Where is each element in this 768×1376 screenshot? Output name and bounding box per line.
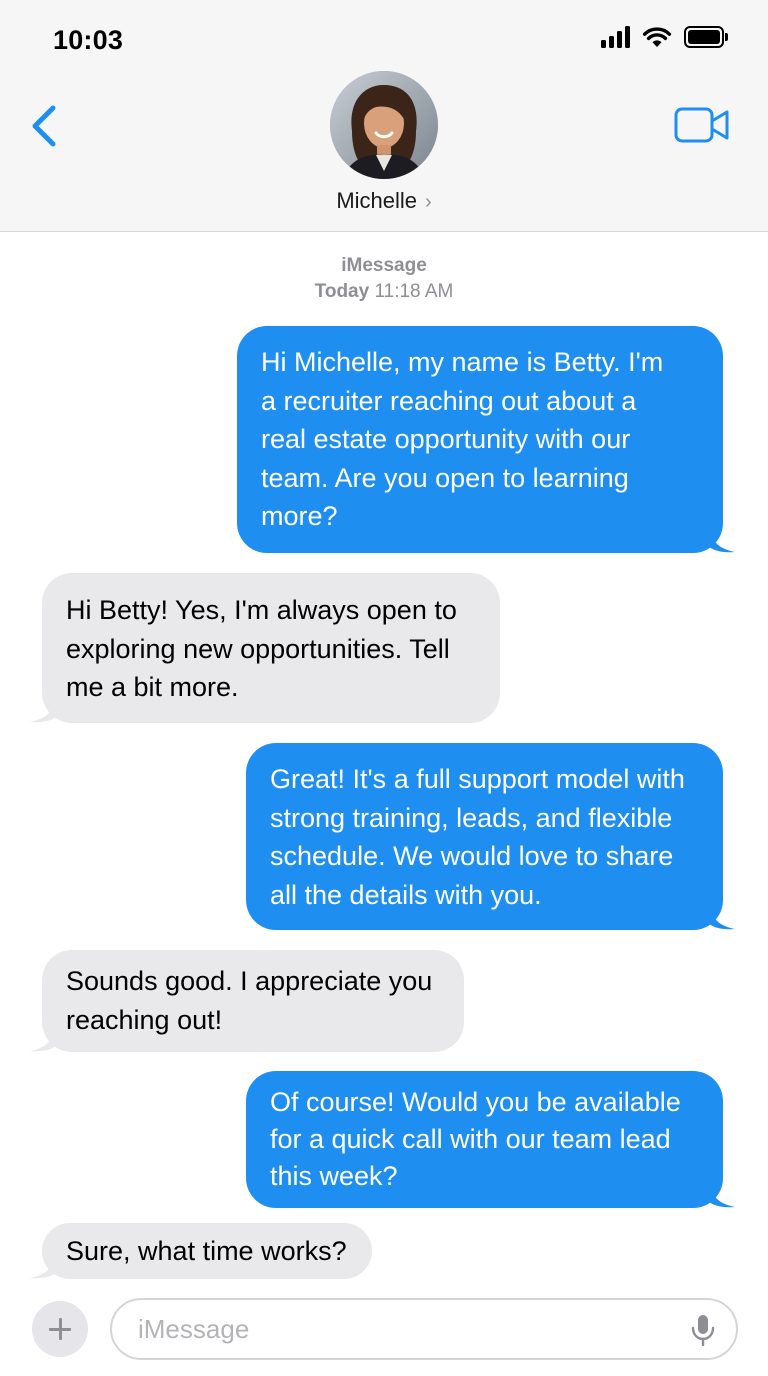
message-input[interactable] [138,1300,658,1358]
message-bubble-incoming[interactable]: Hi Betty! Yes, I'm always open to explor… [30,573,500,723]
contact-name: Michelle [336,188,418,213]
thread-timestamp: Today 11:18 AM [0,281,768,303]
message-bubble-outgoing[interactable]: Hi Michelle, my name is Betty. I'm a rec… [237,326,735,553]
contact-name-button[interactable]: Michelle › [0,188,768,214]
timestamp-day: Today [314,281,370,302]
message-bubble-outgoing[interactable]: Of course! Would you be available for a … [246,1071,735,1208]
message-bubble-incoming[interactable]: Sure, what time works? [30,1223,372,1279]
message-text: Sounds good. I appreciate you reaching o… [66,966,433,1035]
contact-avatar[interactable] [330,71,438,179]
message-text: Hi Betty! Yes, I'm always open to explor… [66,595,457,702]
chevron-right-icon: › [425,191,432,213]
wifi-icon [642,27,672,47]
service-label: iMessage [341,255,427,276]
conversation-header: 10:03 Michelle › [0,0,768,232]
message-text: Great! It's a full support model with st… [270,764,685,910]
video-call-icon[interactable] [674,106,730,144]
message-bubble-incoming[interactable]: Sounds good. I appreciate you reaching o… [30,950,464,1052]
timestamp-time: 11:18 AM [374,281,454,302]
status-time: 10:03 [53,25,124,55]
message-text: Hi Michelle, my name is Betty. I'm a rec… [261,347,664,531]
message-text: Of course! Would you be available for a … [270,1087,681,1191]
message-text: Sure, what time works? [66,1236,347,1266]
status-icons [601,26,728,48]
message-bubble-outgoing[interactable]: Great! It's a full support model with st… [246,743,735,930]
microphone-icon[interactable] [690,1314,716,1346]
cellular-signal-icon [601,26,630,48]
plus-button[interactable] [32,1301,88,1357]
battery-icon [684,26,728,48]
back-chevron-icon[interactable] [26,100,66,152]
message-input-container[interactable] [110,1298,738,1360]
